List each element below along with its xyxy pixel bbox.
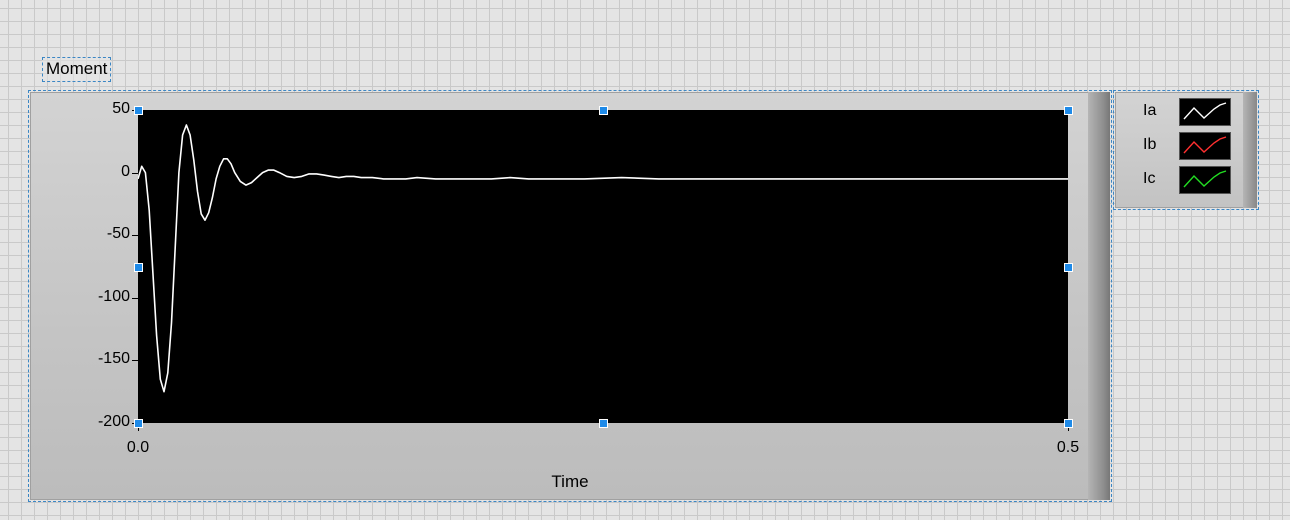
plot-svg: [138, 124, 1068, 393]
resize-handle[interactable]: [599, 419, 608, 428]
legend-swatch-ic[interactable]: [1179, 166, 1231, 194]
legend-sample-line: [1183, 170, 1227, 188]
legend-item-label: Ib: [1143, 136, 1157, 153]
y-tick-mark: [132, 360, 138, 362]
x-tick-label: 0.0: [126, 439, 150, 456]
legend-item-ic[interactable]: Ic: [1143, 164, 1243, 194]
legend-sample-line: [1183, 102, 1227, 120]
y-tick-label: 50: [112, 100, 130, 117]
x-axis-label: Time: [551, 472, 589, 491]
y-tick-mark: [132, 297, 138, 299]
legend-item-ib[interactable]: Ib: [1143, 130, 1243, 160]
series-line-ia: [138, 124, 1068, 393]
legend-sample-line: [1183, 136, 1227, 154]
y-tick-label: -50: [106, 225, 130, 243]
resize-handle[interactable]: [1064, 419, 1073, 428]
resize-handle[interactable]: [1064, 262, 1073, 272]
legend-item-label: Ia: [1143, 102, 1157, 119]
resize-handle[interactable]: [134, 419, 143, 428]
resize-handle[interactable]: [1064, 106, 1073, 115]
legend-item-ia[interactable]: Ia: [1143, 96, 1243, 126]
y-tick-label: 0: [121, 162, 130, 180]
resize-handle[interactable]: [599, 106, 608, 115]
legend-swatch-ia[interactable]: [1179, 98, 1231, 126]
plot-area[interactable]: [138, 110, 1068, 423]
y-tick-label: -200: [97, 413, 130, 430]
y-tick-label: -150: [97, 350, 130, 368]
y-tick-label: -100: [97, 287, 130, 305]
resize-handle[interactable]: [134, 262, 143, 272]
resize-handle[interactable]: [134, 106, 143, 115]
y-tick-mark: [132, 172, 138, 174]
graph-label[interactable]: Moment: [42, 57, 112, 82]
y-tick-mark: [132, 235, 138, 237]
legend-item-label: Ic: [1143, 170, 1156, 187]
x-tick-label: 0.5: [1056, 439, 1080, 456]
legend-swatch-ib[interactable]: [1179, 132, 1231, 160]
